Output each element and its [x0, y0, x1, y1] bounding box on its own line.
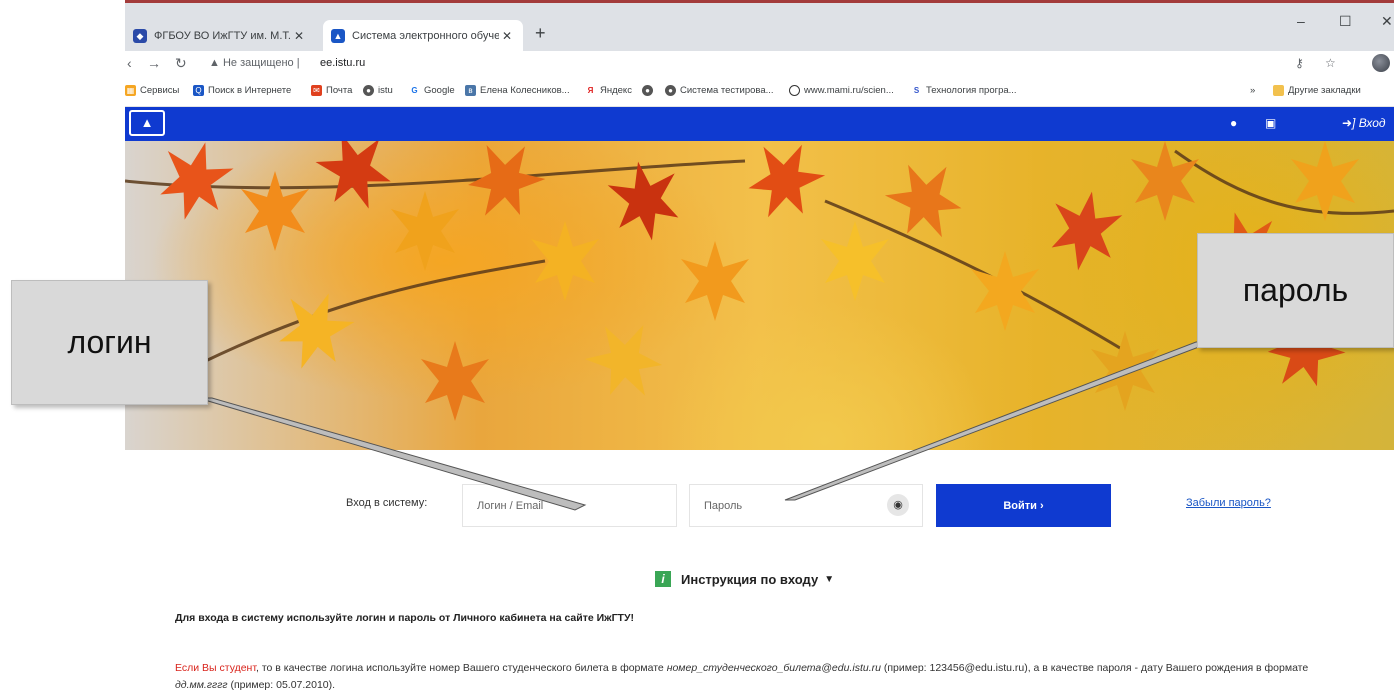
bookmark-google[interactable]: G Google [409, 85, 455, 96]
security-indicator[interactable]: ▲ Не защищено | [209, 57, 300, 69]
security-label: Не защищено [222, 57, 294, 69]
sign-in-icon: ➜] [1342, 116, 1356, 130]
site-navbar: ▲ ● ▣ ➜] Вход [125, 107, 1394, 141]
bookmark-mail[interactable]: ✉ Почта [311, 85, 352, 96]
new-tab-button[interactable]: + [535, 23, 546, 44]
info-icon: i [655, 571, 671, 587]
bookmark-tech[interactable]: S Технология програ... [911, 85, 1017, 96]
submit-login-button[interactable]: Войти › [936, 484, 1111, 527]
caret-down-icon: ▼ [824, 573, 835, 585]
instructions-toggle[interactable]: i Инструкция по входу ▼ [655, 571, 834, 587]
reload-icon[interactable]: ↻ [175, 55, 187, 72]
stepik-icon: S [911, 85, 922, 96]
istu-favicon-icon: ◆ [133, 28, 147, 43]
vk-icon: в [465, 85, 476, 96]
profile-avatar[interactable] [1372, 54, 1390, 72]
globe-icon: ● [665, 85, 676, 96]
bookmark-istu[interactable]: ● istu [363, 85, 393, 96]
forgot-password-link[interactable]: Забыли пароль? [1186, 497, 1271, 509]
maximize-button[interactable]: ☐ [1339, 13, 1352, 30]
student-highlight: Если Вы студент [175, 662, 257, 674]
close-window-button[interactable]: ✕ [1381, 13, 1393, 30]
login-link[interactable]: ➜] Вход [1342, 116, 1386, 130]
circle-icon [789, 85, 800, 96]
tab-title: Система электронного обучения [352, 29, 499, 42]
address-bar: ‹ → ↻ ▲ Не защищено | ee.istu.ru ⚷ ☆ ⋮ [125, 51, 1394, 77]
back-arrow-icon[interactable]: ‹ [127, 55, 132, 71]
tab-elearning[interactable]: ▲ Система электронного обучения ✕ [323, 20, 523, 51]
bookmark-globe[interactable]: ● [642, 85, 657, 96]
login-input[interactable] [462, 484, 677, 527]
forward-arrow-icon[interactable]: → [147, 55, 161, 71]
globe-icon: ● [363, 85, 374, 96]
mail-icon: ✉ [311, 85, 322, 96]
tab-bar: ◆ ФГБОУ ВО ИжГТУ им. М.Т. Калашникова ✕ … [125, 3, 1394, 51]
minimize-button[interactable]: – [1297, 13, 1305, 29]
yandex-icon: Я [585, 85, 596, 96]
tab-title: ФГБОУ ВО ИжГТУ им. М.Т. Калашникова [154, 29, 291, 42]
bookmark-kolesnikova[interactable]: в Елена Колесников... [465, 85, 570, 96]
globe-icon: ● [642, 85, 653, 96]
tab-istu-main[interactable]: ◆ ФГБОУ ВО ИжГТУ им. М.Т. Калашникова ✕ [125, 20, 315, 51]
bookmark-testing[interactable]: ● Система тестирова... [665, 85, 774, 96]
bookmark-yandex[interactable]: Я Яндекс [585, 85, 632, 96]
bookmark-mami[interactable]: www.mami.ru/scien... [789, 85, 894, 96]
warning-triangle-icon: ▲ [209, 57, 220, 69]
login-callout: логин [11, 280, 208, 405]
instructions-paragraph-1: Для входа в систему используйте логин и … [175, 612, 634, 624]
globe-icon[interactable]: ● [1230, 116, 1237, 130]
instructions-title: Инструкция по входу [681, 571, 819, 587]
graduation-cap-favicon-icon: ▲ [331, 28, 345, 43]
google-icon: G [409, 85, 420, 96]
tab-close-icon[interactable]: ✕ [291, 29, 307, 43]
other-bookmarks[interactable]: Другие закладки [1273, 85, 1361, 96]
bookmark-services[interactable]: ▦ Сервисы [125, 85, 179, 96]
password-callout: пароль [1197, 233, 1394, 348]
instructions-paragraph-2: Если Вы студент, то в качестве логина ис… [175, 662, 1309, 691]
bookmark-search[interactable]: Q Поиск в Интернете [193, 85, 291, 96]
screenshot: ◆ ФГБОУ ВО ИжГТУ им. М.Т. Калашникова ✕ … [0, 0, 1394, 696]
login-form-label: Вход в систему: [346, 497, 428, 509]
url-field[interactable]: ee.istu.ru [320, 57, 365, 69]
search-icon: Q [193, 85, 204, 96]
show-password-eye-icon[interactable]: ◉ [887, 494, 909, 516]
id-card-icon[interactable]: ▣ [1265, 116, 1276, 130]
tab-close-icon[interactable]: ✕ [499, 29, 515, 43]
apps-grid-icon: ▦ [125, 85, 136, 96]
bookmarks-bar: ▦ Сервисы Q Поиск в Интернете ✉ Почта ● istu… [125, 77, 1394, 107]
star-bookmark-icon[interactable]: ☆ [1325, 56, 1336, 70]
folder-icon [1273, 85, 1284, 96]
bookmarks-overflow[interactable]: » [1250, 85, 1255, 96]
key-icon[interactable]: ⚷ [1295, 56, 1304, 70]
graduation-cap-logo-icon[interactable]: ▲ [129, 110, 165, 136]
